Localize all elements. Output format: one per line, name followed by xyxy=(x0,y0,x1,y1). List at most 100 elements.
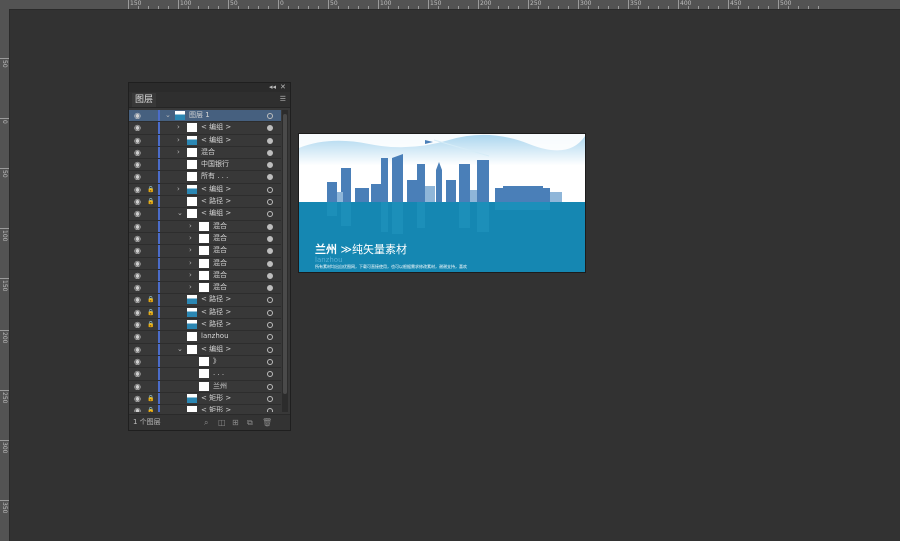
eye-icon[interactable]: ◉ xyxy=(134,406,141,412)
eye-icon[interactable]: ◉ xyxy=(134,295,141,305)
chevron-right-icon[interactable]: › xyxy=(189,233,192,244)
eye-icon[interactable]: ◉ xyxy=(134,369,141,379)
eye-icon[interactable]: ◉ xyxy=(134,136,141,146)
trash-icon[interactable]: 🗑 xyxy=(262,415,272,430)
layer-row[interactable]: ◉ ⌄ < 编组 > xyxy=(129,208,281,221)
target-icon[interactable] xyxy=(267,395,273,402)
layer-row[interactable]: ◉ 兰州 xyxy=(129,380,281,393)
layer-row[interactable]: ◉ › 混合 xyxy=(129,269,281,283)
target-icon[interactable] xyxy=(267,272,273,279)
eye-icon[interactable]: ◉ xyxy=(134,382,141,392)
layer-row[interactable]: ◉ 》 xyxy=(129,355,281,369)
chevron-down-icon[interactable]: ⌄ xyxy=(177,344,183,355)
target-icon[interactable] xyxy=(267,137,273,144)
layer-row[interactable]: ◉ 🔒 < 路径 > xyxy=(129,196,281,209)
target-icon[interactable] xyxy=(267,309,273,316)
horizontal-ruler[interactable]: 150 100 50 0 50 100 150 200 250 300 350 400 450 500 xyxy=(9,0,900,10)
target-icon[interactable] xyxy=(267,125,273,132)
chevron-right-icon[interactable]: › xyxy=(177,147,180,158)
close-panel-icon[interactable]: ✕ xyxy=(280,83,286,92)
collapse-panel-icon[interactable]: ◂◂ xyxy=(269,83,276,92)
eye-icon[interactable]: ◉ xyxy=(134,259,141,269)
target-icon[interactable] xyxy=(267,297,273,304)
chevron-right-icon[interactable]: › xyxy=(189,282,192,293)
eye-icon[interactable]: ◉ xyxy=(134,222,141,232)
eye-icon[interactable]: ◉ xyxy=(134,332,141,342)
layer-row[interactable]: ◉ 🔒 < 路径 > xyxy=(129,294,281,307)
target-icon[interactable] xyxy=(267,235,273,242)
target-icon[interactable] xyxy=(267,162,273,169)
target-icon[interactable] xyxy=(267,383,273,390)
chevron-right-icon[interactable]: › xyxy=(189,270,192,281)
eye-icon[interactable]: ◉ xyxy=(134,172,141,182)
layer-row[interactable]: ◉ › 混合 xyxy=(129,257,281,270)
target-icon[interactable] xyxy=(267,211,273,218)
layer-row[interactable]: ◉ 🔒 › < 编组 > xyxy=(129,183,281,197)
layer-row[interactable]: ◉ 中国银行 xyxy=(129,159,281,172)
layer-row[interactable]: ◉ › < 编组 > xyxy=(129,122,281,135)
lock-icon[interactable]: 🔒 xyxy=(147,295,154,305)
layer-row[interactable]: ◉ 🔒 < 路径 > xyxy=(129,306,281,320)
layer-row[interactable]: ◉ › 混合 xyxy=(129,220,281,233)
eye-icon[interactable]: ◉ xyxy=(134,234,141,244)
target-icon[interactable] xyxy=(267,199,273,206)
target-icon[interactable] xyxy=(267,149,273,156)
eye-icon[interactable]: ◉ xyxy=(134,394,141,404)
artboard[interactable]: 兰州 ≫纯矢量素材 lanzhou 所有素材均出自优图网，下载可直接使用，也可以… xyxy=(298,133,586,273)
lock-icon[interactable]: 🔒 xyxy=(147,320,154,330)
vertical-ruler[interactable]: 50 0 50 100 150 200 250 300 350 xyxy=(0,9,10,541)
chevron-right-icon[interactable]: › xyxy=(189,221,192,232)
eye-icon[interactable]: ◉ xyxy=(134,271,141,281)
eye-icon[interactable]: ◉ xyxy=(134,357,141,367)
eye-icon[interactable]: ◉ xyxy=(134,283,141,293)
chevron-down-icon[interactable]: ⌄ xyxy=(165,110,171,121)
tab-layers[interactable]: 图层 xyxy=(132,93,156,107)
eye-icon[interactable]: ◉ xyxy=(134,320,141,330)
eye-icon[interactable]: ◉ xyxy=(134,160,141,170)
layers-scrollbar[interactable] xyxy=(282,110,288,412)
target-icon[interactable] xyxy=(267,346,273,353)
chevron-down-icon[interactable]: ⌄ xyxy=(177,208,183,219)
target-icon[interactable] xyxy=(267,371,273,378)
eye-icon[interactable]: ◉ xyxy=(134,148,141,158)
layer-row[interactable]: ◉ lanzhou xyxy=(129,331,281,344)
target-icon[interactable] xyxy=(267,334,273,341)
scrollbar-thumb[interactable] xyxy=(283,114,287,394)
target-icon[interactable] xyxy=(267,174,273,181)
target-icon[interactable] xyxy=(267,285,273,292)
layer-row[interactable]: ◉ 🔒 < 路径 > xyxy=(129,319,281,332)
eye-icon[interactable]: ◉ xyxy=(134,345,141,355)
make-clip-icon[interactable]: ◫ xyxy=(218,415,226,430)
layer-row[interactable]: ◉ 🔒 < 矩形 > xyxy=(129,392,281,406)
chevron-right-icon[interactable]: › xyxy=(177,135,180,146)
lock-icon[interactable]: 🔒 xyxy=(147,308,154,318)
chevron-right-icon[interactable]: › xyxy=(189,258,192,269)
eye-icon[interactable]: ◉ xyxy=(134,123,141,133)
new-layer-icon[interactable]: ⧉ xyxy=(247,415,253,430)
new-sublayer-icon[interactable]: ⊞ xyxy=(232,415,239,430)
layer-row[interactable]: ◉ › 混合 xyxy=(129,146,281,160)
layer-row[interactable]: ◉ › < 编组 > xyxy=(129,134,281,147)
layer-row[interactable]: ◉ ⌄ < 编组 > xyxy=(129,343,281,356)
layer-row[interactable]: ◉ 所有 . . . xyxy=(129,171,281,184)
search-icon[interactable]: ⌕ xyxy=(204,415,208,430)
chevron-right-icon[interactable]: › xyxy=(177,122,180,133)
layer-row[interactable]: ◉ . . . xyxy=(129,368,281,381)
target-icon[interactable] xyxy=(267,408,273,412)
target-icon[interactable] xyxy=(267,186,273,193)
lock-icon[interactable]: 🔒 xyxy=(147,185,154,195)
layer-row[interactable]: ◉ › 混合 xyxy=(129,282,281,295)
target-icon[interactable] xyxy=(267,358,273,365)
target-icon[interactable] xyxy=(267,248,273,255)
layer-row[interactable]: ◉ › 混合 xyxy=(129,232,281,246)
target-icon[interactable] xyxy=(267,223,273,230)
lock-icon[interactable]: 🔒 xyxy=(147,406,154,412)
eye-icon[interactable]: ◉ xyxy=(134,111,141,121)
lock-icon[interactable]: 🔒 xyxy=(147,394,154,404)
target-icon[interactable] xyxy=(267,113,273,119)
chevron-right-icon[interactable]: › xyxy=(189,245,192,256)
lock-icon[interactable]: 🔒 xyxy=(147,197,154,207)
layer-row[interactable]: ◉ 🔒 < 矩形 > xyxy=(129,405,281,412)
panel-titlebar[interactable]: ◂◂ ✕ xyxy=(129,83,290,92)
eye-icon[interactable]: ◉ xyxy=(134,197,141,207)
